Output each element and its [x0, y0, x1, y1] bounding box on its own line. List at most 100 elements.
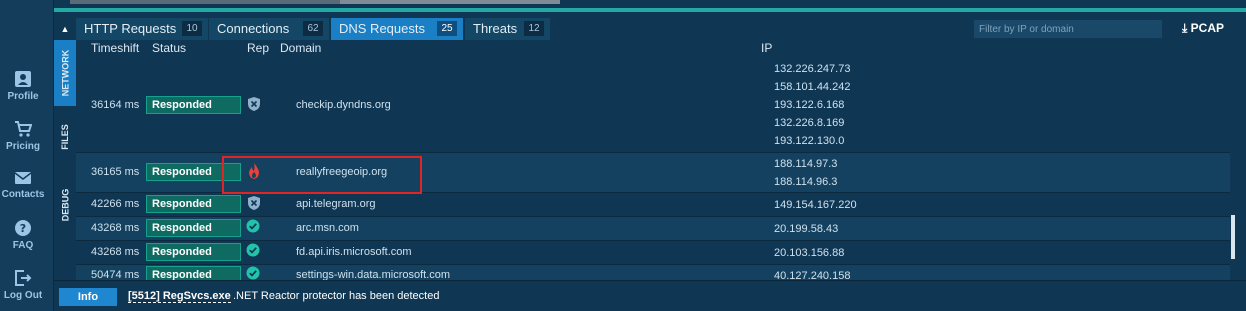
status-bar: Info [5512] RegSvcs.exe .NET Reactor pro…	[54, 280, 1246, 311]
ip-cell: 149.154.167.220	[774, 196, 857, 214]
help-icon: ?	[15, 220, 31, 236]
reputation-unknown-icon	[246, 96, 262, 115]
ip-address: 149.154.167.220	[774, 199, 857, 211]
nav-contacts[interactable]: Contacts	[0, 170, 46, 200]
timeline-bar	[54, 8, 1246, 12]
svg-text:?: ?	[20, 222, 26, 235]
cart-icon	[15, 121, 32, 137]
reputation-safe-icon	[246, 219, 260, 236]
ip-address: 188.114.97.3	[774, 158, 838, 170]
domain-cell: arc.msn.com	[296, 222, 359, 234]
domain-cell: fd.api.iris.microsoft.com	[296, 246, 412, 258]
timeline-thumb	[340, 0, 560, 4]
nav-label: Contacts	[1, 189, 45, 200]
ip-address: 188.114.96.3	[774, 176, 838, 188]
reputation-safe-icon	[246, 243, 260, 260]
ip-address: 132.226.247.73	[774, 63, 851, 75]
ip-cell: 20.103.156.88	[774, 244, 844, 262]
table-row[interactable]: 43268 ms Responded fd.api.iris.microsoft…	[76, 241, 1230, 265]
nav-label: Profile	[7, 91, 39, 102]
ip-address: 40.127.240.158	[774, 270, 851, 280]
side-tabs: NETWORK FILES DEBUG	[54, 40, 76, 280]
highlight-box	[222, 156, 422, 194]
ip-address: 20.103.156.88	[774, 247, 845, 259]
tab-files[interactable]: FILES	[54, 106, 76, 168]
tab-connections[interactable]: Connections 62	[209, 18, 329, 40]
side-tab-label: NETWORK	[60, 49, 70, 97]
chevron-up-icon: ▲	[60, 24, 70, 34]
collapse-button[interactable]: ▲	[54, 18, 76, 40]
download-icon: ⤓	[1182, 21, 1188, 35]
column-domain[interactable]: Domain	[280, 41, 321, 55]
tab-label: Threats	[473, 21, 518, 36]
domain-cell: checkip.dyndns.org	[296, 99, 391, 111]
status-badge: Responded	[146, 266, 241, 280]
nav-faq[interactable]: ? FAQ	[0, 219, 46, 251]
column-status[interactable]: Status	[152, 41, 186, 55]
tab-threats[interactable]: Threats 12	[465, 18, 550, 40]
table-row[interactable]: 50474 ms Responded settings-win.data.mic…	[76, 265, 1230, 280]
tab-label: HTTP Requests	[84, 21, 177, 36]
ip-address: 132.226.8.169	[774, 117, 845, 129]
ip-address: 158.101.44.242	[774, 81, 851, 93]
tab-count: 25	[437, 21, 457, 36]
filter-input[interactable]	[974, 20, 1162, 38]
timeline-thumb	[70, 0, 340, 4]
scrollbar-thumb[interactable]	[1231, 215, 1235, 259]
pcap-button[interactable]: ⤓ PCAP	[1182, 21, 1224, 36]
pcap-label: PCAP	[1190, 21, 1224, 35]
tab-http-requests[interactable]: HTTP Requests 10	[76, 18, 208, 40]
table-header: Timeshift Status Rep Domain IP	[76, 40, 1246, 58]
domain-cell: api.telegram.org	[296, 198, 376, 210]
timeshift-cell: 42266 ms	[91, 198, 140, 210]
profile-icon	[15, 71, 31, 87]
table-row[interactable]: 43268 ms Responded arc.msn.com 20.199.58…	[76, 217, 1230, 241]
timeshift-cell: 36164 ms	[91, 99, 140, 111]
reputation-safe-icon	[246, 266, 260, 280]
column-timeshift[interactable]: Timeshift	[91, 41, 139, 55]
status-badge: Responded	[146, 195, 241, 213]
ip-cell: 188.114.97.3 188.114.96.3	[774, 155, 837, 191]
nav-label: Log Out	[3, 290, 43, 301]
nav-label: Pricing	[6, 141, 40, 152]
tab-count: 62	[303, 21, 323, 36]
ip-address: 20.199.58.43	[774, 223, 839, 235]
tab-count: 10	[182, 21, 202, 36]
status-badge: Responded	[146, 243, 241, 261]
nav-profile[interactable]: Profile	[0, 70, 46, 102]
side-tab-label: DEBUG	[60, 188, 71, 222]
ip-address: 193.122.6.168	[774, 99, 845, 111]
tab-network[interactable]: NETWORK	[54, 40, 76, 106]
process-link[interactable]: [5512] RegSvcs.exe	[128, 290, 231, 303]
nav-label: FAQ	[12, 240, 34, 251]
timeshift-cell: 43268 ms	[91, 246, 140, 258]
status-badge: Responded	[146, 219, 241, 237]
timeshift-cell: 43268 ms	[91, 222, 140, 234]
table-row[interactable]: 36164 ms Responded checkip.dyndns.org 13…	[76, 58, 1230, 153]
tab-label: DNS Requests	[339, 21, 425, 36]
nav-logout[interactable]: Log Out	[0, 269, 46, 301]
reputation-unknown-icon	[246, 195, 262, 214]
column-rep[interactable]: Rep	[247, 41, 269, 55]
side-tab-label: FILES	[60, 124, 71, 150]
timeshift-cell: 50474 ms	[91, 269, 140, 280]
status-badge: Responded	[146, 96, 241, 114]
ip-address: 193.122.130.0	[774, 135, 845, 147]
tab-count: 12	[524, 21, 544, 36]
ip-cell: 20.199.58.43	[774, 220, 838, 238]
column-ip[interactable]: IP	[761, 41, 772, 55]
ip-cell: 132.226.247.73 158.101.44.242 193.122.6.…	[774, 60, 850, 150]
timeline-strip	[54, 0, 1246, 18]
mail-icon	[14, 172, 32, 184]
timeshift-cell: 36165 ms	[91, 166, 140, 178]
tab-dns-requests[interactable]: DNS Requests 25	[331, 18, 463, 40]
table-row[interactable]: 42266 ms Responded api.telegram.org 149.…	[76, 193, 1230, 217]
tab-debug[interactable]: DEBUG	[54, 168, 76, 242]
status-message: .NET Reactor protector has been detected	[233, 290, 440, 302]
tab-label: Connections	[217, 21, 290, 36]
nav-pricing[interactable]: Pricing	[0, 120, 46, 152]
logout-icon	[15, 270, 32, 286]
domain-cell: settings-win.data.microsoft.com	[296, 269, 451, 280]
left-nav: Profile Pricing Contacts ? FAQ Log Out	[0, 0, 54, 311]
info-button[interactable]: Info	[59, 288, 117, 306]
